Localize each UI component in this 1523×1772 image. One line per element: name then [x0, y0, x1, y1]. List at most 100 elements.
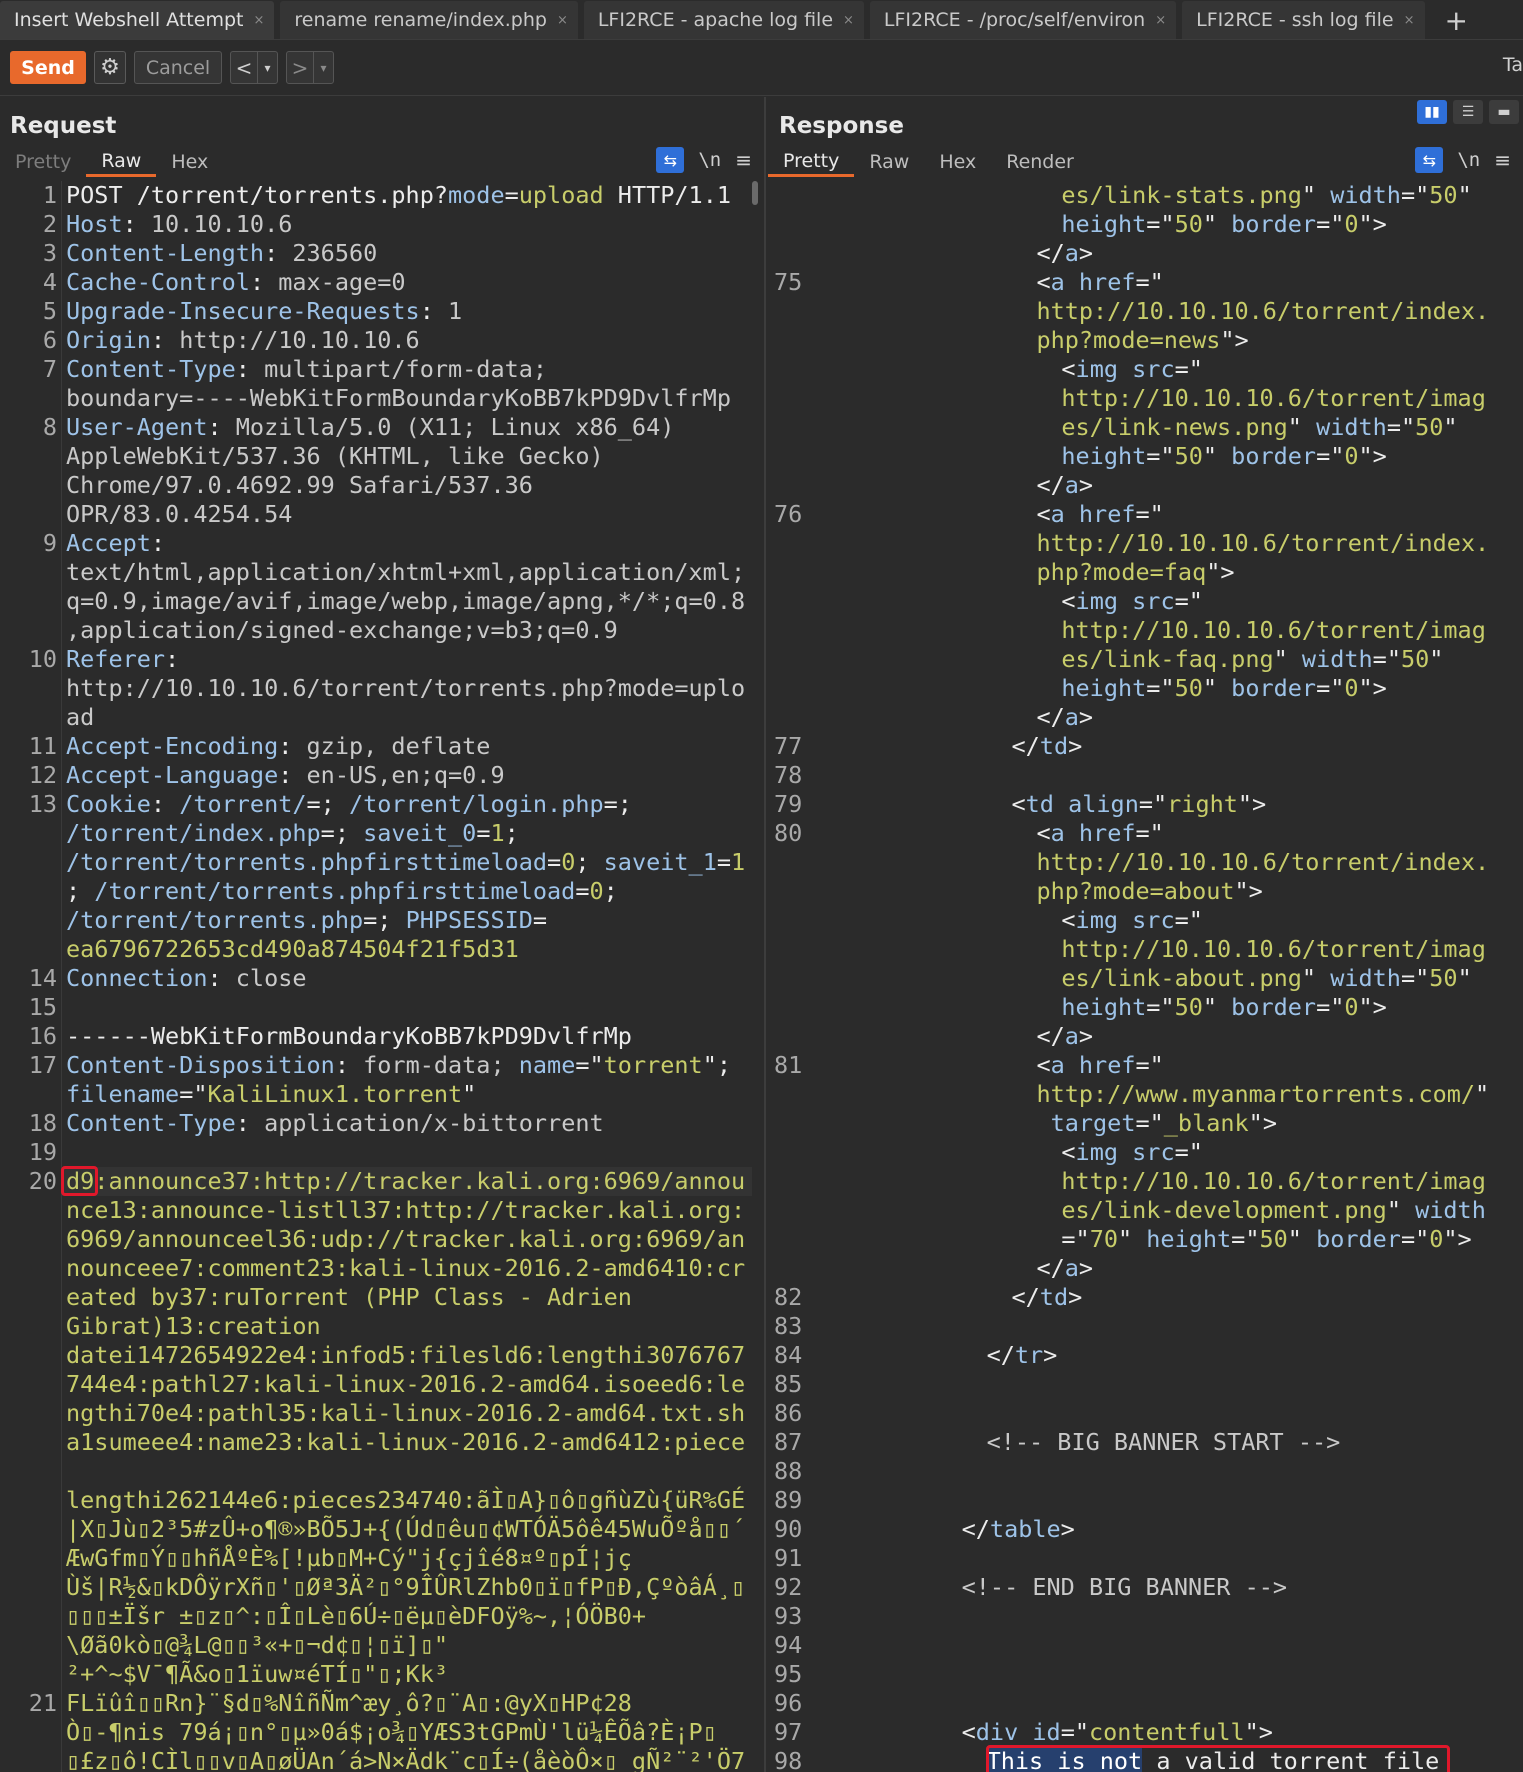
request-scrollbar[interactable]	[752, 181, 758, 205]
stacked-layout-icon[interactable]: ☰	[1453, 100, 1483, 124]
request-tab-label: Insert Webshell Attempt	[14, 9, 244, 31]
cancel-button[interactable]: Cancel	[134, 51, 222, 84]
code-line: <a href="	[1036, 268, 1163, 297]
line-number: 17	[28, 1051, 57, 1079]
back-button[interactable]: <	[231, 52, 257, 83]
code-token: a	[1064, 239, 1079, 267]
code-token: 1	[731, 848, 746, 876]
code-token: 744e4:pathl27:kali-linux-2016.2-amd64.is…	[66, 1370, 746, 1398]
response-editor[interactable]: 75 76 77 78 79 80 81 82 83 84 85 86 87 88 89 90 91 92 93 94…	[768, 181, 1523, 1772]
code-line: Chrome/97.0.4692.99 Safari/537.36	[66, 471, 533, 500]
code-token: src	[1132, 587, 1175, 615]
line-number: 16	[28, 1022, 57, 1050]
request-tab[interactable]: Insert Webshell Attempt ×	[0, 1, 275, 39]
word-wrap-icon[interactable]: ⇆	[1415, 147, 1444, 173]
code-line: ▯▯▯±Ïšr ±▯z▯^:▯Î▯Lè▯6Ú÷▯ëµ▯èDFOÿ%~,¦ÓÖB0…	[66, 1602, 646, 1631]
code-token: Chrome/97.0.4692.99 Safari/537.36	[66, 471, 533, 499]
tab-pretty[interactable]: Pretty	[0, 147, 86, 177]
line-number: 93	[774, 1602, 803, 1630]
code-token: >	[1060, 1515, 1075, 1543]
code-token: "	[1301, 181, 1331, 209]
word-wrap-icon[interactable]: ⇆	[656, 147, 685, 173]
code-line: nounceee7:comment23:kali-linux-2016.2-am…	[66, 1254, 745, 1283]
code-token: ="	[1174, 906, 1203, 934]
code-token: img	[1075, 587, 1118, 615]
code-line: </a>	[1036, 239, 1093, 268]
code-line: Cookie: /torrent/=; /torrent/login.php=;	[66, 790, 632, 819]
line-number: 18	[28, 1109, 57, 1137]
send-button[interactable]: Send	[10, 51, 86, 84]
code-token: POST /torrent/torrents.php?	[66, 181, 449, 209]
request-editor[interactable]: 1 2 3 4 5 6 7 8 9 10 11 12 13 14 15 16 17 18 19 20 21 POST /…	[0, 181, 764, 1772]
close-icon[interactable]: ×	[253, 13, 264, 28]
code-line: POST /torrent/torrents.php?mode=upload H…	[66, 181, 731, 210]
code-token: /torrent/login.php	[348, 790, 604, 818]
code-token: 50	[1400, 645, 1430, 673]
code-token: ad	[66, 703, 95, 731]
target-label[interactable]: Ta	[1503, 54, 1523, 76]
code-token: Content-Length	[66, 239, 265, 267]
side-by-side-layout-icon[interactable]: ▮▮	[1417, 100, 1447, 124]
close-icon[interactable]: ×	[557, 13, 568, 28]
code-line: </tr>	[987, 1341, 1058, 1370]
code-line: /torrent/index.php=; saveit_0=1;	[66, 819, 519, 848]
request-tab[interactable]: LFI2RCE - apache log file ×	[583, 1, 864, 39]
show-newlines-icon[interactable]: \n	[1457, 149, 1480, 171]
request-tab[interactable]: LFI2RCE - ssh log file ×	[1182, 1, 1425, 39]
code-token: ">	[1237, 790, 1267, 818]
forward-button[interactable]: >	[287, 52, 313, 83]
tab-hex[interactable]: Hex	[156, 147, 223, 177]
code-token: AppleWebKit/537.36 (KHTML, like Gecko)	[66, 442, 604, 470]
code-token: =	[716, 848, 731, 876]
code-token: http://10.10.10.6/torrent/imag	[1061, 935, 1486, 963]
tab-pretty[interactable]: Pretty	[768, 147, 855, 177]
code-token: :	[419, 297, 449, 325]
request-editor-controls: ⇆ \n ≡	[656, 147, 752, 173]
code-token: php?mode=news	[1036, 326, 1221, 354]
code-token: Upgrade-Insecure-Requests	[66, 297, 420, 325]
code-line: <!-- END BIG BANNER -->	[962, 1573, 1287, 1602]
close-icon[interactable]: ×	[843, 13, 854, 28]
tab-raw[interactable]: Raw	[86, 147, 157, 177]
line-number: 75	[774, 268, 803, 296]
back-navigation: < ▾	[230, 51, 278, 84]
code-token: width	[1330, 964, 1401, 992]
forward-history-dropdown[interactable]: ▾	[313, 52, 333, 83]
code-token: Host	[66, 210, 123, 238]
request-code[interactable]: POST /torrent/torrents.php?mode=upload H…	[66, 181, 750, 1772]
response-code[interactable]: es/link-stats.png" width="50" height="50"…	[812, 181, 1509, 1772]
line-number: 76	[774, 500, 803, 528]
add-tab-icon[interactable]: +	[1431, 1, 1482, 39]
code-token: 0	[1344, 674, 1359, 702]
code-token: <	[1061, 355, 1076, 383]
code-line: http://10.10.10.6/torrent/index.	[1036, 848, 1489, 877]
request-panel: Request Pretty Raw Hex ⇆ \n ≡ 1 2 3 4 5 6 7 8 9 10 1…	[0, 97, 766, 1772]
code-token: <	[1036, 500, 1051, 528]
code-token: :	[235, 1109, 265, 1137]
tab-raw[interactable]: Raw	[854, 147, 924, 177]
show-newlines-icon[interactable]: \n	[698, 149, 721, 171]
menu-icon[interactable]: ≡	[1494, 148, 1511, 172]
close-icon[interactable]: ×	[1404, 13, 1415, 28]
tabbed-layout-icon[interactable]: ▬	[1489, 100, 1519, 124]
code-token: href	[1078, 500, 1136, 528]
code-token: width	[1415, 1196, 1486, 1224]
code-line: Accept-Language: en-US,en;q=0.9	[66, 761, 505, 790]
line-number: 3	[42, 239, 57, 267]
line-number: 83	[774, 1312, 803, 1340]
code-token: </	[961, 1515, 990, 1543]
close-icon[interactable]: ×	[1155, 13, 1166, 28]
menu-icon[interactable]: ≡	[735, 148, 752, 172]
code-token: =;	[320, 819, 364, 847]
tab-render[interactable]: Render	[991, 147, 1089, 177]
back-history-dropdown[interactable]: ▾	[257, 52, 277, 83]
code-line: Referer:	[66, 645, 179, 674]
tab-hex[interactable]: Hex	[924, 147, 991, 177]
code-token: :	[249, 268, 279, 296]
code-token: :	[207, 964, 236, 992]
request-tab[interactable]: LFI2RCE - /proc/self/environ ×	[869, 1, 1177, 39]
gear-icon[interactable]: ⚙	[94, 51, 126, 84]
request-tab[interactable]: rename rename/index.php ×	[280, 1, 578, 39]
toolbar: Send ⚙ Cancel < ▾ > ▾ Ta	[0, 40, 1523, 96]
code-line: ; /torrent/torrents.phpfirsttimeload=0;	[66, 877, 618, 906]
